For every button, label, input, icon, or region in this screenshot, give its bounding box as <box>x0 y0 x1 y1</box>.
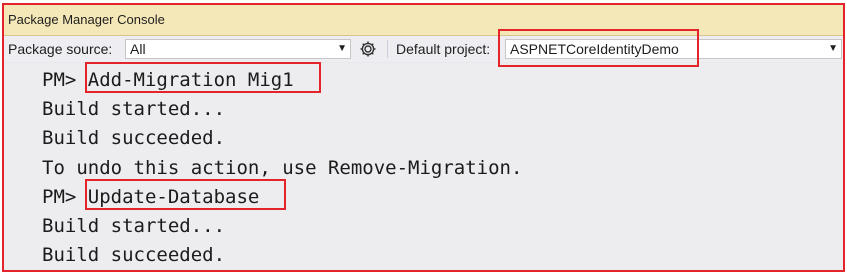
package-source-label: Package source: <box>8 41 113 57</box>
package-manager-console-window: Package Manager Console Package source: … <box>2 3 845 272</box>
console-line: Build succeeded. <box>42 127 226 149</box>
console-toolbar: Package source: All ▼ Default project: A… <box>4 36 843 62</box>
prompt: PM> <box>42 69 77 91</box>
console-line: To undo this action, use Remove-Migratio… <box>42 157 523 179</box>
window-title: Package Manager Console <box>4 5 843 36</box>
console-line: Build started... <box>42 215 226 237</box>
gear-icon[interactable] <box>358 39 378 59</box>
command: Update-Database <box>87 186 260 208</box>
console-line: Build succeeded. <box>42 244 226 266</box>
prompt: PM> <box>42 186 77 208</box>
default-project-label: Default project: <box>396 41 491 57</box>
toolbar-separator <box>387 40 388 58</box>
console-line: Build started... <box>42 98 226 120</box>
package-source-value: All <box>130 41 146 57</box>
command: Add-Migration Mig1 <box>87 69 294 91</box>
package-source-dropdown[interactable]: All ▼ <box>125 39 351 59</box>
console-line: PM> Update-Database <box>42 185 259 209</box>
console-line: PM> Add-Migration Mig1 <box>42 68 294 92</box>
default-project-value: ASPNETCoreIdentityDemo <box>510 41 679 57</box>
console-output[interactable]: PM> Add-Migration Mig1 Build started... … <box>4 63 843 270</box>
chevron-down-icon: ▼ <box>828 43 838 54</box>
default-project-dropdown[interactable]: ASPNETCoreIdentityDemo ▼ <box>505 39 842 59</box>
chevron-down-icon: ▼ <box>337 43 347 54</box>
